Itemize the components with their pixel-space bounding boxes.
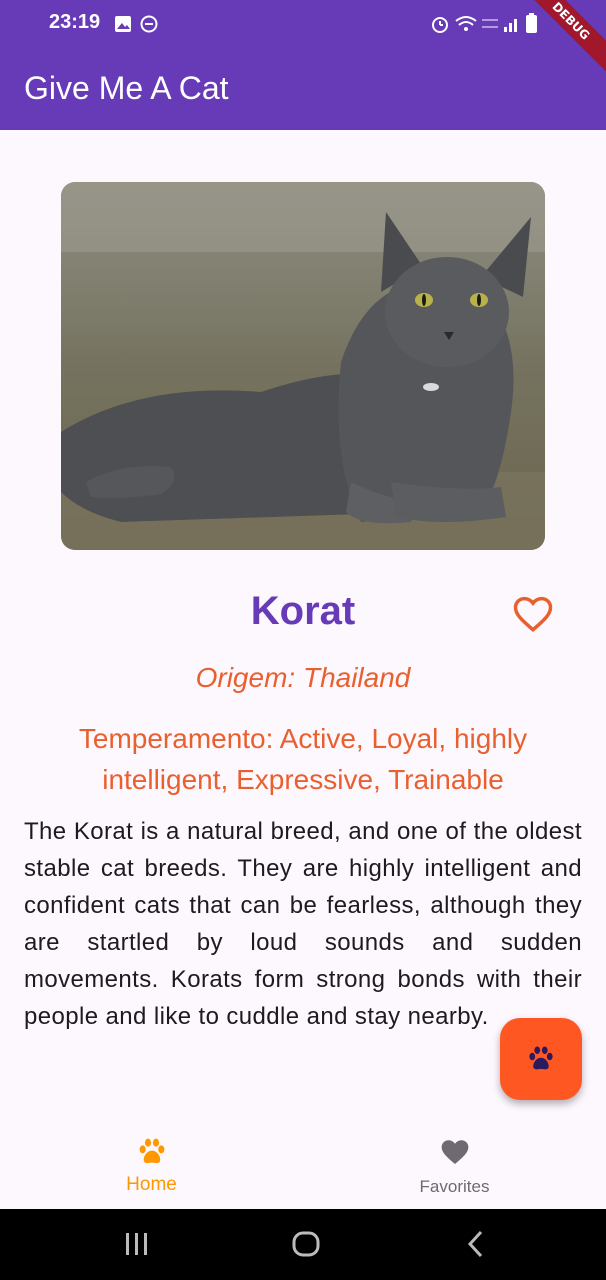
volte-icon [482,19,498,28]
favorite-button[interactable] [512,593,554,635]
nav-item-home[interactable]: Home [0,1122,303,1209]
paw-icon [136,1136,168,1172]
back-chevron-icon [467,1230,483,1258]
wifi-icon [455,16,477,31]
recents-button[interactable] [124,1229,150,1263]
breed-temperament: Temperamento: Active, Loyal, highly inte… [78,723,528,795]
app-title: Give Me A Cat [24,70,229,106]
back-button[interactable] [464,1229,488,1263]
breed-origin: Origem: Thailand [195,662,411,693]
nav-label-home: Home [126,1174,177,1195]
heart-outline-icon [513,596,553,633]
nav-label-favorites: Favorites [419,1177,490,1196]
bottom-navigation: Home Favorites [0,1122,606,1209]
heart-icon [439,1136,471,1172]
status-bar: 23:19 [0,0,606,48]
app-bar: Give Me A Cat [0,48,606,130]
status-left-icons [114,14,158,38]
nav-item-favorites[interactable]: Favorites [303,1122,606,1209]
image-notification-icon [115,16,131,32]
cat-photo [61,182,545,550]
breed-header: Korat [0,585,606,645]
dnd-icon [140,15,158,33]
home-circle-icon [292,1231,320,1257]
system-navigation-bar [0,1209,606,1280]
home-button[interactable] [291,1229,321,1263]
recents-icon [126,1233,147,1255]
signal-icon [504,19,517,32]
breed-description: The Korat is a natural breed, and one of… [24,818,582,1030]
status-time: 23:19 [49,11,101,33]
new-cat-fab[interactable] [500,1018,582,1100]
alarm-icon [432,17,448,33]
paw-icon [529,1046,553,1070]
debug-banner: DEBUG [526,0,606,80]
debug-banner-label: DEBUG [526,0,606,75]
